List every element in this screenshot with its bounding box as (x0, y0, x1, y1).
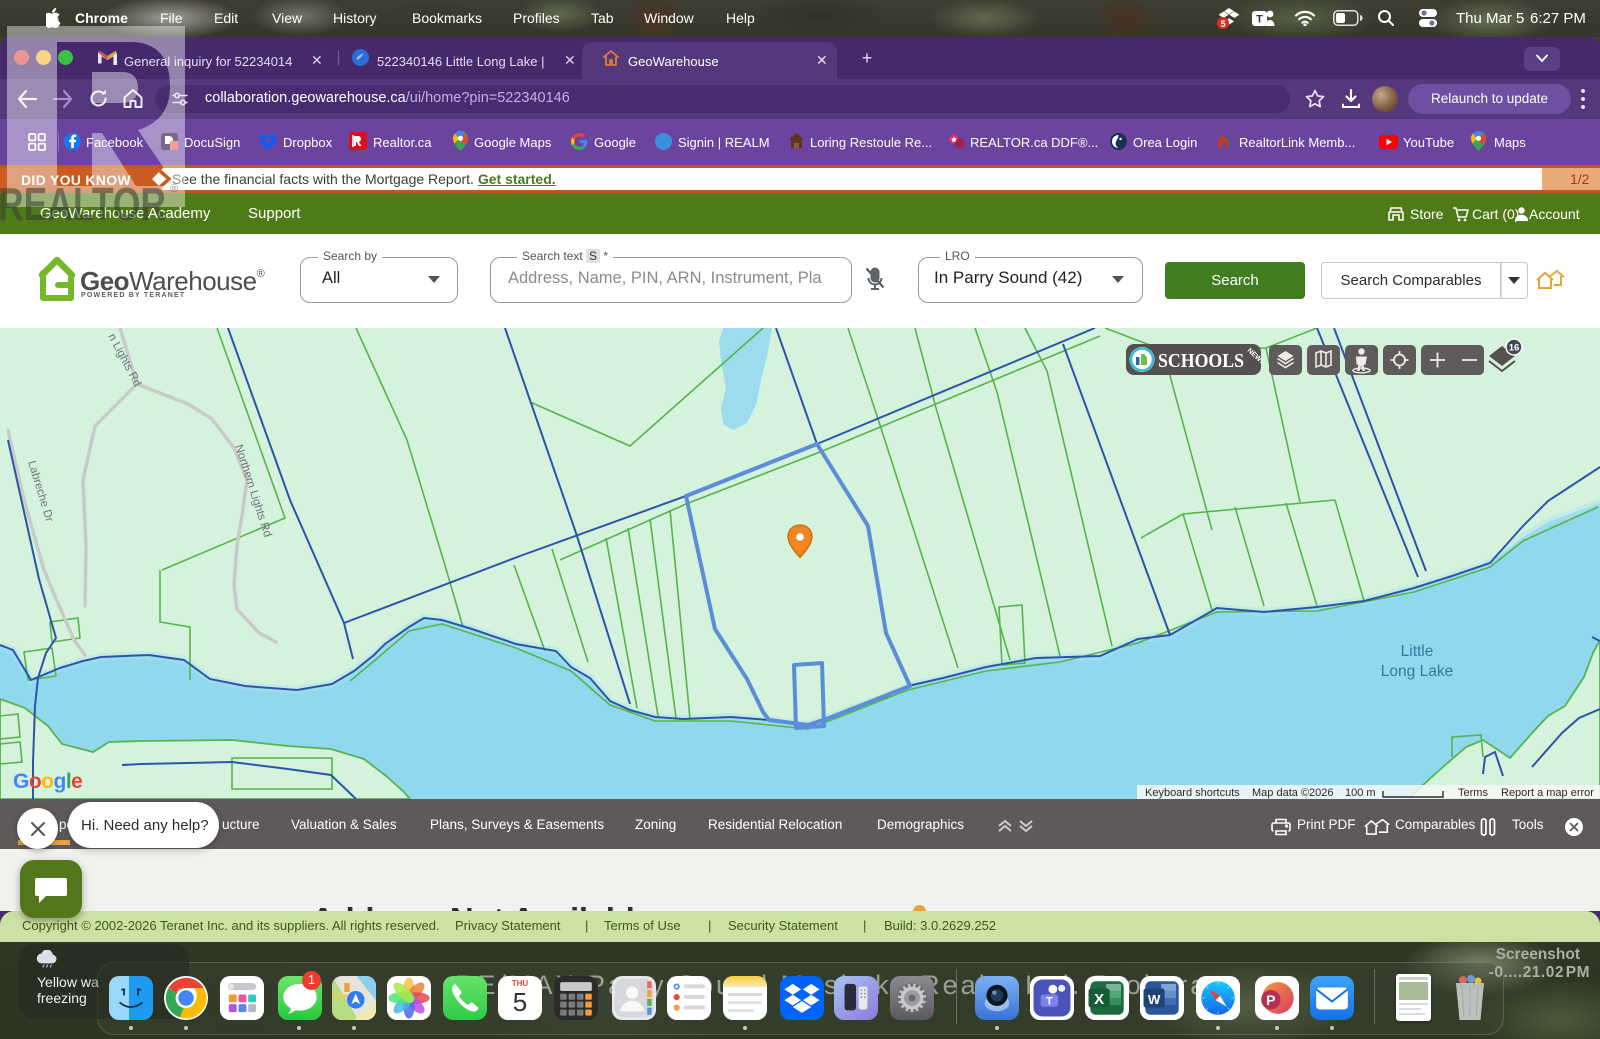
svg-text:®: ® (170, 183, 178, 195)
svg-text:Terms: Terms (1458, 787, 1488, 799)
svg-text:16: 16 (1509, 343, 1520, 354)
svg-text:5: 5 (1220, 19, 1225, 29)
svg-text:T: T (1046, 996, 1053, 1008)
svg-text:Keyboard shortcuts: Keyboard shortcuts (1145, 787, 1240, 799)
svg-text:Little: Little (1401, 643, 1434, 660)
svg-text:Google: Google (13, 770, 82, 793)
svg-text:X: X (1094, 991, 1104, 1008)
svg-text:Long Lake: Long Lake (1381, 663, 1453, 680)
svg-text:T: T (1256, 14, 1263, 26)
svg-text:P: P (1266, 992, 1275, 1008)
svg-text:SCHOOLS: SCHOOLS (1158, 350, 1244, 372)
svg-text:REALTOR: REALTOR (0, 178, 166, 230)
svg-text:Report a map error: Report a map error (1501, 787, 1594, 799)
svg-text:100 m: 100 m (1345, 787, 1376, 799)
svg-text:Map data ©2026: Map data ©2026 (1252, 787, 1334, 799)
svg-text:W: W (1148, 992, 1161, 1007)
